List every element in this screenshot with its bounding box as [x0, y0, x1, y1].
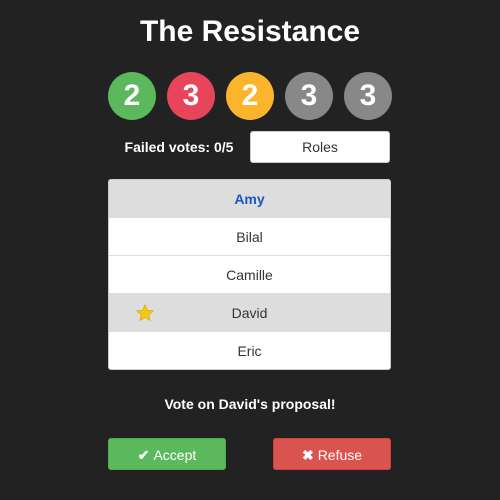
- refuse-label: Refuse: [317, 447, 363, 463]
- player-name: Amy: [234, 191, 265, 207]
- player-name: Camille: [226, 267, 273, 283]
- vote-prompt: Vote on David's proposal!: [164, 396, 336, 412]
- player-row-camille[interactable]: Camille: [109, 256, 390, 294]
- player-row-david[interactable]: David: [109, 294, 390, 332]
- mission-1-token: 2: [108, 72, 156, 120]
- failed-votes-value: 0/5: [214, 139, 234, 155]
- x-icon: ✖: [301, 447, 314, 463]
- player-row-amy[interactable]: Amy: [109, 180, 390, 218]
- mission-2-token: 3: [167, 72, 215, 120]
- mission-3-token: 2: [226, 72, 274, 120]
- mission-tracker: 2 3 2 3 3: [108, 72, 392, 120]
- roles-button[interactable]: Roles: [250, 131, 390, 163]
- accept-button[interactable]: ✔ Accept: [108, 438, 226, 470]
- player-name: David: [231, 305, 268, 321]
- mission-5-token: 3: [344, 72, 392, 120]
- player-row-eric[interactable]: Eric: [109, 332, 390, 369]
- check-icon: ✔: [137, 447, 150, 463]
- player-name: Bilal: [236, 229, 263, 245]
- player-row-bilal[interactable]: Bilal: [109, 218, 390, 256]
- mission-4-token: 3: [285, 72, 333, 120]
- refuse-button[interactable]: ✖ Refuse: [273, 438, 391, 470]
- player-name: Eric: [237, 343, 262, 359]
- failed-votes-counter: Failed votes: 0/5: [108, 131, 250, 163]
- star-icon: [135, 303, 155, 322]
- player-list: Amy Bilal Camille David Eric: [108, 179, 391, 370]
- accept-label: Accept: [153, 447, 197, 463]
- game-title: The Resistance: [139, 15, 361, 48]
- failed-votes-label: Failed votes:: [124, 139, 211, 155]
